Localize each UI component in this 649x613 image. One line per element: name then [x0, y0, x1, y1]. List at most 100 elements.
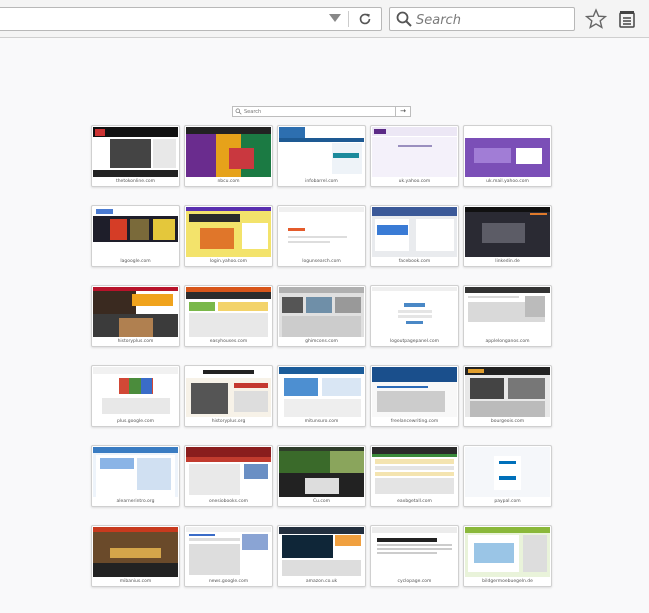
top-site-tile[interactable]: mitunsuro.com — [277, 365, 366, 427]
thumbnail-block — [128, 378, 141, 395]
thumbnail-block — [287, 236, 347, 239]
site-thumbnail — [465, 447, 550, 499]
thumbnail-block — [465, 287, 550, 294]
thumbnail-block — [93, 291, 136, 315]
reading-list-icon[interactable] — [617, 9, 637, 29]
top-site-tile[interactable]: news.google.com — [184, 525, 273, 587]
thumbnail-block — [186, 447, 271, 458]
top-site-tile[interactable]: logoutpagepanel.com — [370, 285, 459, 347]
newtab-search-input[interactable] — [244, 107, 394, 116]
history-dropdown-icon[interactable] — [329, 14, 341, 22]
top-site-tile[interactable]: uk.yahoo.com — [370, 125, 459, 187]
site-thumbnail — [279, 287, 364, 339]
thumbnail-block — [522, 535, 547, 572]
top-site-tile[interactable]: facebook.com — [370, 205, 459, 267]
search-go-button[interactable]: → — [395, 107, 410, 116]
top-site-tile[interactable]: easyhouses.com — [184, 285, 273, 347]
site-label: freelancewriting.com — [371, 417, 458, 426]
thumbnail-block — [375, 465, 454, 470]
site-thumbnail — [186, 127, 271, 179]
top-site-tile[interactable]: paypal.com — [463, 445, 552, 507]
top-site-tile[interactable]: bourgeois.com — [463, 365, 552, 427]
thumbnail-block — [321, 378, 361, 397]
thumbnail-block — [94, 128, 105, 136]
top-site-tile[interactable]: linkedin.de — [463, 205, 552, 267]
top-site-tile[interactable]: historyplus.com — [91, 285, 180, 347]
thumbnail-block — [242, 534, 268, 550]
thumbnail-block — [406, 321, 423, 325]
thumbnail-block — [372, 454, 457, 458]
site-label: bildgermoebuegeln.de — [464, 577, 551, 586]
thumbnail-block — [470, 401, 545, 417]
site-label: ghimcons.com — [278, 337, 365, 346]
top-site-tile[interactable]: cyclopage.com — [370, 525, 459, 587]
thumbnail-block — [470, 378, 505, 400]
search-input[interactable] — [414, 10, 568, 30]
thumbnail-block — [377, 385, 429, 388]
search-bar[interactable] — [389, 7, 575, 31]
top-site-tile[interactable]: logunsearch.com — [277, 205, 366, 267]
top-site-tile[interactable]: plus.google.com — [91, 365, 180, 427]
top-site-tile[interactable]: login.yahoo.com — [184, 205, 273, 267]
thumbnail-block — [189, 543, 241, 575]
top-site-tile[interactable]: alearnerintro.org — [91, 445, 180, 507]
thumbnail-block — [152, 139, 177, 169]
site-label: applelonganos.com — [464, 337, 551, 346]
reload-icon[interactable] — [353, 9, 377, 29]
top-site-tile[interactable]: applelonganos.com — [463, 285, 552, 347]
thumbnail-block — [377, 543, 452, 546]
newtab-search-box[interactable]: → — [232, 106, 411, 117]
thumbnail-block — [397, 315, 432, 319]
thumbnail-block — [189, 538, 241, 541]
thumbnail-block — [189, 313, 268, 337]
top-site-tile[interactable]: infobarrel.com — [277, 125, 366, 187]
site-thumbnail — [186, 367, 271, 419]
site-thumbnail — [93, 127, 178, 179]
site-label: uk.yahoo.com — [371, 177, 458, 186]
site-label: facebook.com — [371, 257, 458, 266]
site-label: mibanius.com — [92, 577, 179, 586]
top-site-tile[interactable]: bildgermoebuegeln.de — [463, 525, 552, 587]
thumbnail-block — [468, 296, 520, 299]
top-site-tile[interactable]: nbcu.com — [184, 125, 273, 187]
thumbnail-block — [189, 214, 241, 222]
top-site-tile[interactable]: mibanius.com — [91, 525, 180, 587]
site-label: bourgeois.com — [464, 417, 551, 426]
top-site-tile[interactable]: ghimcons.com — [277, 285, 366, 347]
site-thumbnail — [372, 287, 457, 339]
thumbnail-block — [331, 142, 363, 174]
thumbnail-block — [306, 297, 332, 313]
thumbnail-block — [282, 297, 303, 313]
top-site-tile[interactable]: eaxbgetall.com — [370, 445, 459, 507]
top-site-tile[interactable]: historyplus.org — [184, 365, 273, 427]
site-label: lagoogle.com — [92, 257, 179, 266]
bookmark-star-icon[interactable] — [585, 8, 607, 30]
thumbnail-block — [304, 127, 364, 139]
top-site-tile[interactable]: onesiobooks.com — [184, 445, 273, 507]
thumbnail-block — [377, 551, 437, 555]
url-bar[interactable] — [0, 7, 382, 31]
top-site-tile[interactable]: uk.mail.yahoo.com — [463, 125, 552, 187]
site-label: linkedin.de — [464, 257, 551, 266]
thumbnail-block — [186, 134, 216, 179]
top-site-tile[interactable]: lagoogle.com — [91, 205, 180, 267]
thumbnail-block — [516, 147, 542, 165]
thumbnail-block — [397, 144, 432, 147]
top-site-tile[interactable]: thetokonline.com — [91, 125, 180, 187]
thumbnail-block — [499, 460, 516, 464]
thumbnail-block — [279, 287, 364, 294]
thumbnail-block — [377, 224, 408, 236]
thumbnail-block — [279, 527, 364, 535]
thumbnail-block — [284, 378, 319, 397]
site-label: plus.google.com — [92, 417, 179, 426]
thumbnail-block — [375, 459, 454, 464]
top-site-tile[interactable]: amazon.co.uk — [277, 525, 366, 587]
thumbnail-block — [372, 447, 457, 455]
thumbnail-block — [287, 227, 305, 231]
top-site-tile[interactable]: Cu.com — [277, 445, 366, 507]
site-thumbnail — [465, 527, 550, 579]
site-label: paypal.com — [464, 497, 551, 506]
top-site-tile[interactable]: freelancewriting.com — [370, 365, 459, 427]
site-thumbnail — [279, 447, 364, 499]
thumbnail-block — [372, 207, 457, 217]
